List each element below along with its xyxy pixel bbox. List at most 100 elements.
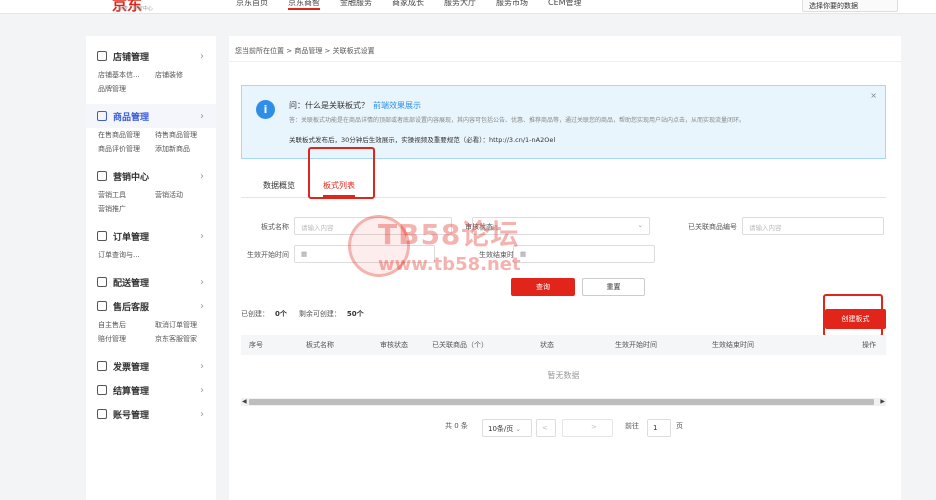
pagination-total: 共 0 条 — [445, 422, 468, 430]
notice-video-link[interactable]: 关联板式发布后，30分钟后生效展示，实操视频及重要规范（必看）：http://3… — [289, 134, 555, 144]
chevron-right-icon: › — [200, 360, 204, 372]
sidebar-group-marketing: 营销中心 › 营销工具 营销活动 营销推广 — [86, 164, 216, 224]
sidebar-sub-item[interactable]: 添加新商品 — [155, 144, 215, 154]
top-bar: 京东 京麦 · 商家中心 京东首页 京东商智 金融服务 商家成长 服务大厅 服务… — [0, 0, 936, 14]
service-icon — [97, 301, 107, 311]
shop-selector[interactable]: 选择你要的数据 — [802, 0, 898, 12]
sidebar-sub-item[interactable]: 品牌管理 — [98, 84, 155, 94]
sidebar-group-label: 商品管理 — [113, 112, 150, 123]
sidebar-group-label: 营销中心 — [113, 172, 150, 183]
prev-page-button[interactable]: < — [536, 419, 556, 437]
sidebar-sub-item[interactable]: 取消订单管理 — [155, 320, 215, 330]
sidebar-group-delivery: 配送管理 › — [86, 270, 216, 294]
sidebar-group-label: 订单管理 — [113, 232, 150, 243]
goto-label: 前往 — [625, 422, 639, 430]
watermark-url: www.tb58.net — [378, 254, 521, 275]
scrollbar-thumb[interactable] — [249, 399, 874, 405]
logo-subtitle: 京麦 · 商家中心 — [118, 6, 153, 12]
product-id-input[interactable]: 请输入内容 — [742, 217, 884, 235]
top-nav-item[interactable]: 京东首页 — [236, 0, 268, 10]
next-page-button[interactable]: > — [586, 419, 606, 437]
notice-answer: 答：关联板式功能是在商品详情的顶部或者底部设置内容展现，其内容可包括公告、优惠、… — [289, 117, 746, 124]
table-header-cell: 操作 — [862, 341, 876, 349]
page-suffix: 页 — [676, 422, 683, 430]
delivery-icon — [97, 277, 107, 287]
table-header-cell: 状态 — [540, 341, 554, 349]
top-nav-item[interactable]: 服务大厅 — [444, 0, 476, 10]
created-count: 0个 — [275, 310, 287, 318]
sidebar-item-marketing[interactable]: 营销中心 › — [86, 164, 216, 188]
created-label: 已创建： — [241, 310, 269, 318]
sidebar: 店铺管理 › 店铺基本信... 店铺装修 品牌管理 商品管理 › 在售商品管理 待售… — [86, 36, 216, 500]
close-icon[interactable]: × — [870, 91, 877, 100]
scroll-right-icon[interactable]: ▶ — [880, 398, 885, 405]
sidebar-sub-item[interactable]: 营销活动 — [155, 190, 215, 200]
sidebar-sub-item[interactable]: 赔付管理 — [98, 334, 155, 344]
sidebar-group-label: 结算管理 — [113, 386, 150, 397]
sidebar-sub-item[interactable]: 店铺装修 — [155, 70, 215, 80]
notice-question-text: 问：什么是关联板式？ — [289, 101, 369, 110]
remaining-label: 剩余可创建： — [298, 310, 341, 318]
main-panel: 您当前所在位置 > 商品管理 > 关联板式设置 i 问：什么是关联板式？ 前端效果… — [229, 36, 901, 500]
sidebar-group-label: 店铺管理 — [113, 52, 150, 63]
sidebar-item-service[interactable]: 售后客服 › — [86, 294, 216, 318]
page-size-select[interactable]: 10条/页 ⌄ — [482, 419, 532, 437]
top-nav-item[interactable]: 金融服务 — [340, 0, 372, 10]
sidebar-sub-item[interactable]: 在售商品管理 — [98, 130, 155, 140]
info-icon: i — [256, 100, 275, 119]
top-nav: 京东首页 京东商智 金融服务 商家成长 服务大厅 服务市场 CEM管理 — [236, 0, 582, 10]
sidebar-item-delivery[interactable]: 配送管理 › — [86, 270, 216, 294]
sidebar-item-product[interactable]: 商品管理 › — [86, 104, 216, 128]
chevron-right-icon: › — [200, 110, 204, 122]
sidebar-sub-item[interactable]: 营销工具 — [98, 190, 155, 200]
page-size-value: 10条/页 — [488, 425, 514, 433]
sidebar-item-order[interactable]: 订单管理 › — [86, 224, 216, 248]
remaining-count: 50个 — [346, 310, 364, 318]
count-summary: 已创建： 0个 剩余可创建： 50个 — [241, 309, 376, 319]
divider — [229, 61, 901, 62]
product-id-label: 已关联商品编号 — [688, 223, 737, 231]
product-icon — [97, 111, 107, 121]
marketing-icon — [97, 171, 107, 181]
top-nav-item[interactable]: 商家成长 — [392, 0, 424, 10]
order-icon — [97, 231, 107, 241]
sidebar-sub-item[interactable]: 自主售后 — [98, 320, 155, 330]
settlement-icon — [97, 385, 107, 395]
query-button[interactable]: 查询 — [511, 278, 575, 296]
highlight-box — [823, 294, 883, 337]
sidebar-item-settlement[interactable]: 结算管理 › — [86, 378, 216, 402]
sidebar-group-label: 配送管理 — [113, 278, 150, 289]
sidebar-group-account: 账号管理 › — [86, 402, 216, 426]
tab-data-overview[interactable]: 数据概览 — [263, 180, 295, 191]
chevron-right-icon: › — [200, 408, 204, 420]
table-header: 序号 板式名称 审核状态 已关联商品（个） 状态 生效开始时间 生效结束时间 操… — [241, 335, 886, 355]
end-time-picker[interactable]: ▦ — [513, 245, 655, 263]
chevron-down-icon: ⌄ — [515, 425, 522, 433]
calendar-icon: ▦ — [301, 250, 308, 258]
top-nav-item[interactable]: CEM管理 — [548, 0, 582, 10]
sidebar-item-invoice[interactable]: 发票管理 › — [86, 354, 216, 378]
reset-button[interactable]: 重置 — [582, 278, 645, 296]
top-nav-item[interactable]: 服务市场 — [496, 0, 528, 10]
sidebar-sub-item[interactable]: 营销推广 — [98, 204, 155, 214]
sidebar-group-label: 账号管理 — [113, 410, 150, 421]
sidebar-group-order: 订单管理 › 订单查询与... — [86, 224, 216, 270]
table-header-cell: 生效开始时间 — [615, 341, 657, 349]
sidebar-item-store[interactable]: 店铺管理 › — [86, 44, 216, 68]
chevron-right-icon: › — [200, 50, 204, 62]
sidebar-sub-item[interactable]: 待售商品管理 — [155, 130, 215, 140]
chevron-right-icon: › — [200, 384, 204, 396]
sidebar-sub-item[interactable]: 订单查询与... — [98, 250, 155, 260]
sidebar-group-label: 发票管理 — [113, 362, 150, 373]
horizontal-scrollbar[interactable]: ◀ ▶ — [241, 398, 886, 406]
sidebar-sub-item[interactable]: 京东客服管家 — [155, 334, 215, 344]
sidebar-sub-item[interactable]: 店铺基本信... — [98, 70, 155, 80]
top-nav-item[interactable]: 京东商智 — [288, 0, 320, 10]
sidebar-group-label: 售后客服 — [113, 302, 150, 313]
sidebar-sub-item[interactable]: 商品评价管理 — [98, 144, 155, 154]
scroll-left-icon[interactable]: ◀ — [242, 398, 247, 405]
preview-link[interactable]: 前端效果展示 — [373, 101, 421, 110]
table-header-cell: 序号 — [249, 341, 263, 349]
sidebar-item-account[interactable]: 账号管理 › — [86, 402, 216, 426]
goto-page-input[interactable]: 1 — [647, 419, 671, 437]
